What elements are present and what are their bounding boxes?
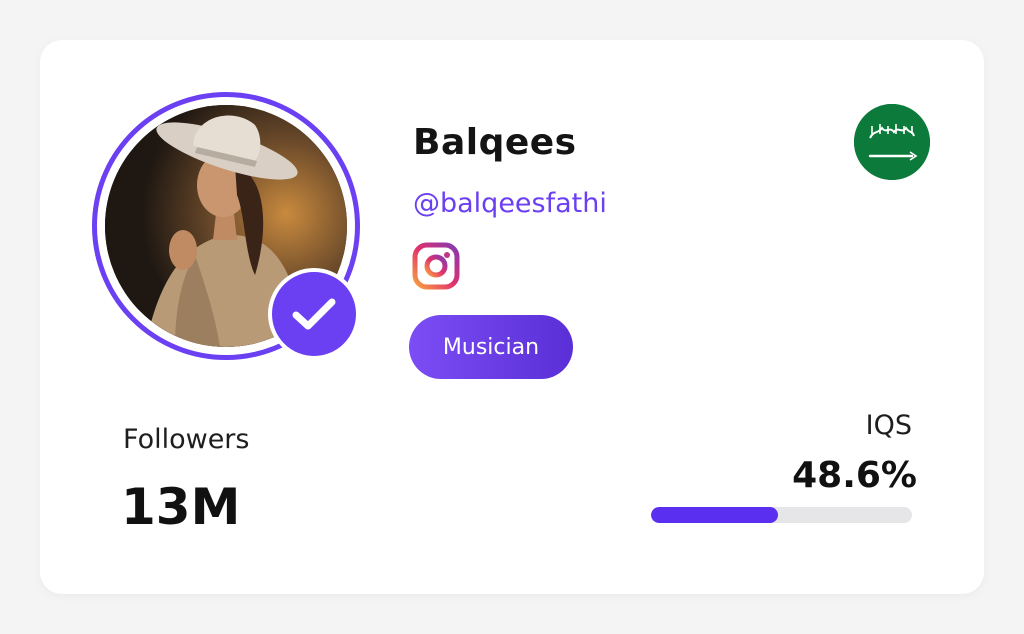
category-badge[interactable]: Musician: [409, 315, 573, 379]
instagram-icon[interactable]: [412, 242, 460, 290]
followers-label: Followers: [123, 424, 250, 455]
iqs-progress-bar: [651, 507, 912, 523]
iqs-label: IQS: [865, 410, 912, 441]
iqs-value: 48.6%: [792, 455, 917, 496]
profile-handle[interactable]: @balqeesfathi: [413, 188, 607, 219]
checkmark-icon: [292, 298, 336, 330]
iqs-progress-fill: [651, 507, 778, 523]
saudi-arabia-flag-icon: [854, 104, 930, 180]
verified-badge: [268, 268, 360, 360]
followers-value: 13M: [121, 478, 241, 536]
profile-name: Balqees: [413, 122, 577, 163]
